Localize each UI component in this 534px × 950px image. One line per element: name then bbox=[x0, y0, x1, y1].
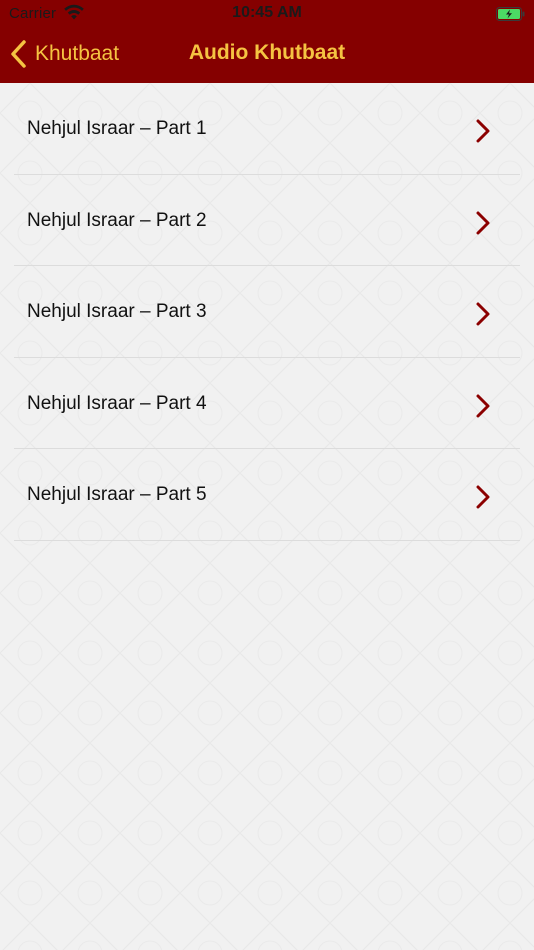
battery-charging-icon bbox=[496, 7, 525, 21]
status-time: 10:45 AM bbox=[232, 4, 302, 21]
chevron-right-icon bbox=[476, 211, 490, 234]
list-item-part-3[interactable]: Nehjul Israar – Part 3 bbox=[0, 266, 534, 358]
navigation-bar: Khutbaat Audio Khutbaat bbox=[0, 28, 534, 83]
list-item-label: Nehjul Israar – Part 3 bbox=[27, 301, 207, 322]
chevron-right-icon bbox=[476, 119, 490, 143]
list-item-part-5[interactable]: Nehjul Israar – Part 5 bbox=[0, 449, 534, 541]
chevron-right-icon bbox=[476, 302, 490, 326]
khutbaat-list: Nehjul Israar – Part 1 Nehjul Israar – P… bbox=[0, 83, 534, 541]
header: Carrier 10:45 AM Khutbaat Audio Khutbaat bbox=[0, 0, 534, 83]
list-item-label: Nehjul Israar – Part 1 bbox=[27, 118, 207, 139]
list-item-part-2[interactable]: Nehjul Israar – Part 2 bbox=[0, 175, 534, 266]
list-item-label: Nehjul Israar – Part 4 bbox=[27, 392, 207, 414]
list-item-part-1[interactable]: Nehjul Israar – Part 1 bbox=[0, 83, 534, 175]
list-item-part-4[interactable]: Nehjul Israar – Part 4 bbox=[0, 358, 534, 449]
status-bar: Carrier 10:45 AM bbox=[0, 0, 534, 28]
list-item-label: Nehjul Israar – Part 5 bbox=[27, 484, 207, 505]
chevron-right-icon bbox=[476, 485, 490, 509]
page-title: Audio Khutbaat bbox=[188, 41, 346, 64]
divider bbox=[14, 539, 520, 541]
list-item-label: Nehjul Israar – Part 2 bbox=[27, 209, 207, 231]
chevron-right-icon bbox=[476, 394, 490, 417]
